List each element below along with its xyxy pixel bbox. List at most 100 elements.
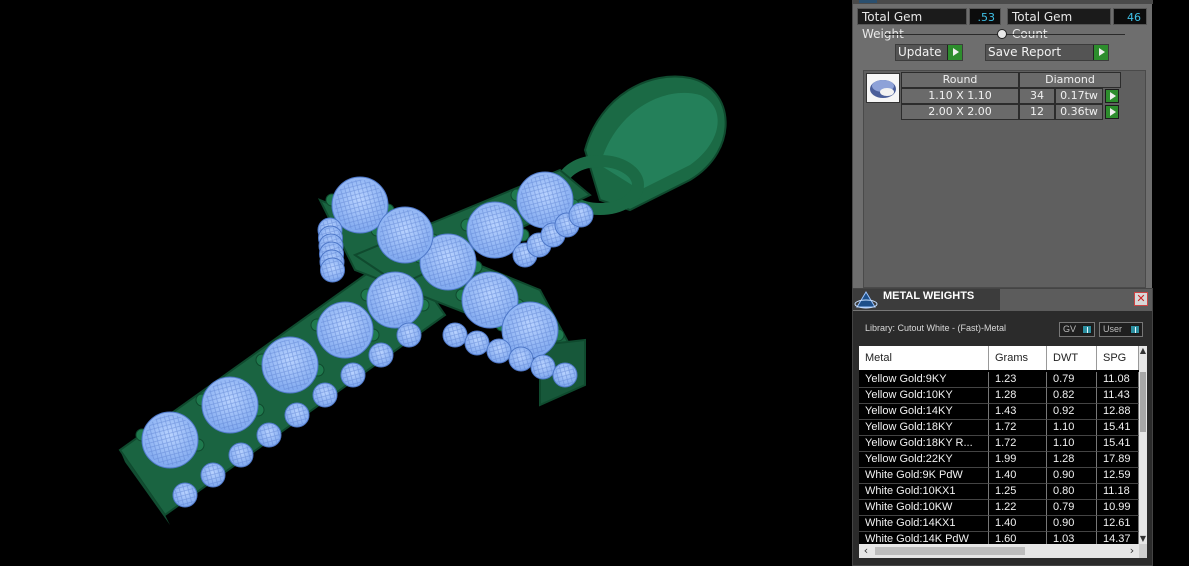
small-gem-mesh [286, 404, 308, 426]
slider-handle[interactable] [997, 29, 1007, 39]
panel-top-strip [853, 0, 1153, 4]
scroll-up-icon[interactable]: ▲ [1139, 346, 1147, 356]
small-gem-mesh [230, 444, 252, 466]
dwt-cell: 0.79 [1047, 500, 1097, 516]
gem-weight-cell: 0.36tw [1055, 104, 1103, 120]
large-gem-mesh [334, 179, 386, 231]
dwt-cell: 0.79 [1047, 372, 1097, 388]
dwt-cell: 0.82 [1047, 388, 1097, 404]
spg-cell: 15.41 [1097, 436, 1139, 452]
gem-count-cell: 12 [1019, 104, 1055, 120]
total-gem-weight-label: Total Gem Weight [857, 8, 967, 41]
small-gem-mesh [370, 344, 392, 366]
scrollbar-corner [1139, 544, 1147, 558]
small-gem-mesh [342, 364, 364, 386]
large-gem-mesh [369, 274, 421, 326]
library-label: Library: Cutout White - (Fast)-Metal [865, 323, 1007, 333]
grams-cell: 1.40 [989, 516, 1047, 532]
column-header-grams[interactable]: Grams [989, 346, 1047, 370]
metal-cell: White Gold:10KW [859, 500, 989, 516]
large-gem-mesh [469, 204, 521, 256]
gem-report-panel: Total Gem Weight .53 Total Gem Count 46 … [852, 0, 1153, 288]
large-gem-mesh [504, 304, 556, 356]
scroll-left-icon[interactable]: ‹ [859, 544, 873, 558]
table-row[interactable]: Yellow Gold:18KY 1.72 1.10 15.41 [859, 420, 1139, 436]
grams-cell: 1.60 [989, 532, 1047, 544]
scroll-right-icon[interactable]: › [1125, 544, 1139, 558]
info-icon [1082, 325, 1092, 334]
dwt-cell: 1.10 [1047, 420, 1097, 436]
table-row[interactable]: White Gold:9K PdW 1.40 0.90 12.59 [859, 468, 1139, 484]
scroll-down-icon[interactable]: ▼ [1139, 534, 1147, 544]
table-row[interactable]: White Gold:10KW 1.22 0.79 10.99 [859, 500, 1139, 516]
small-gem-mesh [532, 356, 554, 378]
user-toggle[interactable]: User [1099, 322, 1143, 337]
dwt-cell: 0.90 [1047, 468, 1097, 484]
spg-cell: 14.37 [1097, 532, 1139, 544]
metal-cell: Yellow Gold:18KY R... [859, 436, 989, 452]
table-row[interactable]: Yellow Gold:10KY 1.28 0.82 11.43 [859, 388, 1139, 404]
table-row[interactable]: Yellow Gold:22KY 1.99 1.28 17.89 [859, 452, 1139, 468]
gem-size-cell: 1.10 X 1.10 [901, 88, 1019, 104]
metal-cell: White Gold:14K PdW [859, 532, 989, 544]
small-gem-mesh [258, 424, 280, 446]
table-row[interactable]: Yellow Gold:9KY 1.23 0.79 11.08 [859, 372, 1139, 388]
play-arrow-icon[interactable] [1105, 89, 1119, 103]
grams-cell: 1.28 [989, 388, 1047, 404]
spg-cell: 12.88 [1097, 404, 1139, 420]
metal-weights-header: METAL WEIGHTS ✕ [853, 289, 1152, 311]
3d-viewport[interactable] [0, 0, 852, 566]
scroll-thumb[interactable] [875, 547, 1025, 555]
gem-shape-header: Round [901, 72, 1019, 88]
metal-weights-panel: METAL WEIGHTS ✕ Library: Cutout White - … [852, 288, 1153, 566]
metal-cell: White Gold:10KX1 [859, 484, 989, 500]
grams-cell: 1.25 [989, 484, 1047, 500]
column-header-dwt[interactable]: DWT [1047, 346, 1097, 370]
metal-weights-table[interactable]: Metal Grams DWT SPG Yellow Gold:9KY 1.23 0… [859, 346, 1147, 544]
spg-cell: 12.61 [1097, 516, 1139, 532]
small-gem-mesh [466, 332, 488, 354]
spg-cell: 11.18 [1097, 484, 1139, 500]
header-tab-area [1000, 289, 1152, 311]
pendant-bail [556, 75, 727, 215]
vertical-scrollbar[interactable]: ▲ ▼ [1139, 346, 1147, 544]
gv-toggle[interactable]: GV [1059, 322, 1095, 337]
close-icon[interactable]: ✕ [1134, 292, 1148, 306]
table-row[interactable]: Yellow Gold:14KY 1.43 0.92 12.88 [859, 404, 1139, 420]
cross-pendant-model[interactable] [0, 0, 852, 566]
metal-cell: White Gold:14KX1 [859, 516, 989, 532]
table-row[interactable]: Yellow Gold:18KY R... 1.72 1.10 15.41 [859, 436, 1139, 452]
horizontal-scrollbar[interactable]: ‹ › [859, 544, 1139, 558]
small-gem-mesh [202, 464, 224, 486]
save-report-button[interactable]: Save Report [985, 44, 1109, 61]
small-gem-mesh [510, 348, 532, 370]
small-gem-mesh [570, 204, 592, 226]
grams-cell: 1.22 [989, 500, 1047, 516]
gem-count-cell: 34 [1019, 88, 1055, 104]
grams-cell: 1.40 [989, 468, 1047, 484]
column-header-spg[interactable]: SPG [1097, 346, 1139, 370]
table-row[interactable]: White Gold:10KX1 1.25 0.80 11.18 [859, 484, 1139, 500]
column-header-metal[interactable]: Metal [859, 346, 989, 370]
dwt-cell: 0.92 [1047, 404, 1097, 420]
dwt-cell: 0.80 [1047, 484, 1097, 500]
metal-cell: Yellow Gold:9KY [859, 372, 989, 388]
table-row[interactable]: White Gold:14KX1 1.40 0.90 12.61 [859, 516, 1139, 532]
panel-title: METAL WEIGHTS [883, 290, 975, 302]
small-gem-mesh [314, 384, 336, 406]
panel-tab-handle[interactable] [859, 0, 877, 3]
save-report-button-label: Save Report [988, 45, 1062, 59]
gem-weight-cell: 0.17tw [1055, 88, 1103, 104]
update-button[interactable]: Update [895, 44, 963, 61]
play-arrow-icon[interactable] [1105, 105, 1119, 119]
round-gem-icon [866, 73, 900, 103]
total-gem-weight-value: .53 [969, 8, 1001, 25]
dwt-cell: 0.90 [1047, 516, 1097, 532]
gem-size-cell: 2.00 X 2.00 [901, 104, 1019, 120]
large-gem-mesh [144, 414, 196, 466]
large-gem-mesh [379, 209, 431, 261]
total-gem-count-label: Total Gem Count [1007, 8, 1111, 41]
scroll-thumb[interactable] [1140, 372, 1146, 432]
grams-cell: 1.72 [989, 420, 1047, 436]
table-row[interactable]: White Gold:14K PdW 1.60 1.03 14.37 [859, 532, 1139, 544]
